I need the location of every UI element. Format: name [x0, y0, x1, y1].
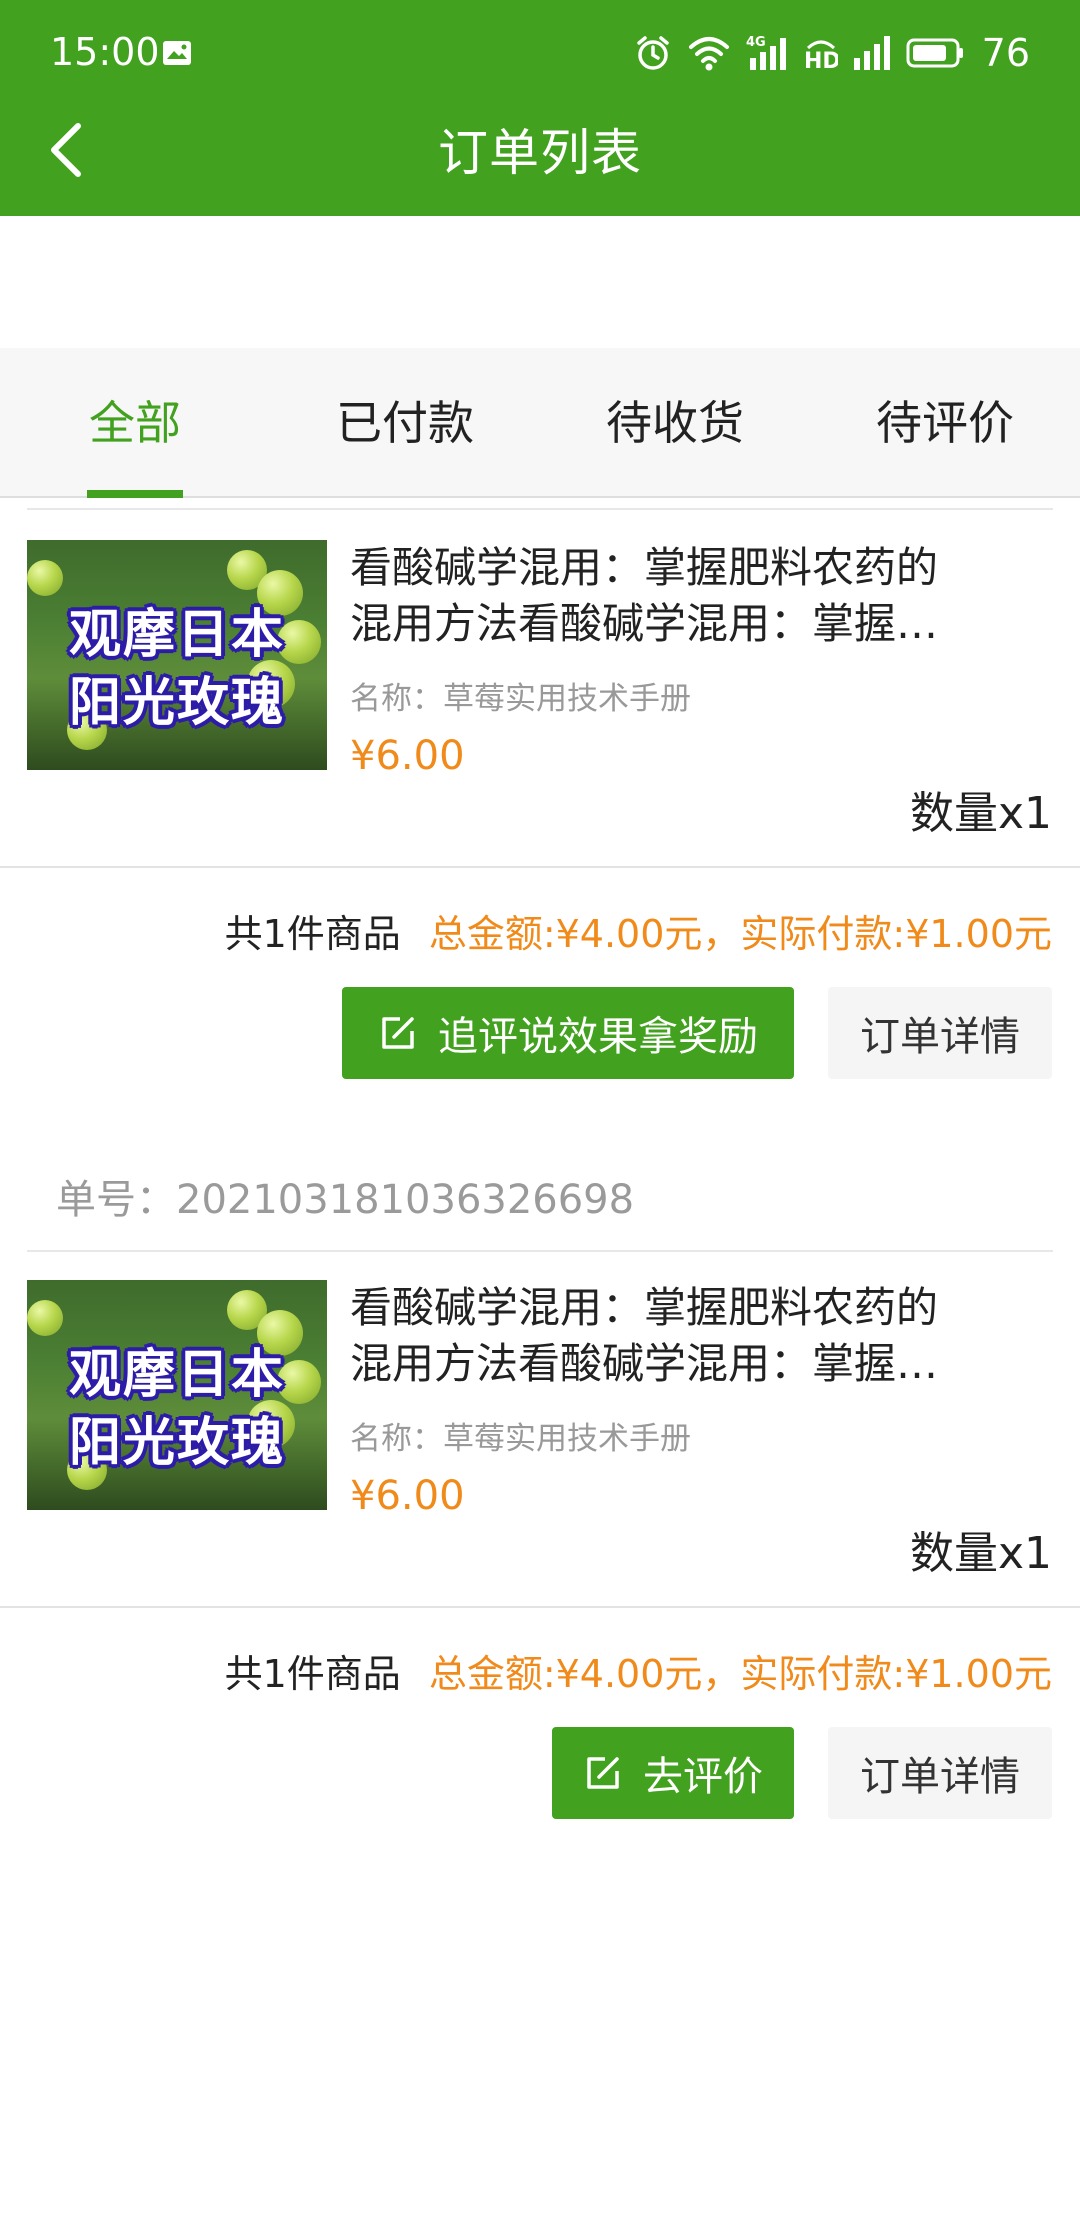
signal-icon — [853, 36, 890, 70]
status-icons: 4G HD 76 — [634, 30, 1030, 76]
divider — [27, 1250, 1053, 1252]
product-name: 名称：草莓实用技术手册 — [350, 681, 691, 717]
page-title: 订单列表 — [438, 124, 642, 182]
thumbnail-caption-1: 观摩日本 — [68, 1345, 285, 1405]
order-amount: 总金额:¥4.00元，实际付款:¥1.00元 — [428, 912, 1052, 956]
grape-decoration — [27, 1300, 63, 1336]
order-tabs: 全部 已付款 待收货 待评价 — [0, 348, 1080, 498]
product-title-line-2: 混用方法看酸碱学混用：掌握… — [350, 599, 939, 648]
edit-icon — [587, 1757, 619, 1789]
status-bar: 15:00 4G HD 76 — [0, 0, 1080, 110]
battery-level: 76 — [981, 31, 1030, 75]
divider — [27, 508, 1053, 510]
divider — [0, 866, 1080, 868]
svg-text:4G: 4G — [746, 35, 766, 50]
product-name: 名称：草莓实用技术手册 — [350, 1421, 691, 1457]
order-number: 单号：202103181036326698 — [56, 1177, 635, 1223]
product-title-line-1: 看酸碱学混用：掌握肥料农药的 — [350, 1283, 939, 1332]
product-title-line-2: 混用方法看酸碱学混用：掌握… — [350, 1339, 939, 1388]
wifi-icon — [688, 37, 729, 71]
thumbnail-caption-2: 阳光玫瑰 — [68, 673, 285, 733]
hd-icon: HD — [804, 40, 838, 72]
follow-up-review-label: 追评说效果拿奖励 — [438, 1014, 758, 1060]
grape-decoration — [27, 560, 63, 596]
thumbnail-caption-1: 观摩日本 — [68, 605, 285, 665]
product-title-line-1: 看酸碱学混用：掌握肥料农药的 — [350, 543, 939, 592]
product-quantity: 数量x1 — [909, 788, 1052, 839]
order-detail-button[interactable]: 订单详情 — [828, 1727, 1052, 1819]
thumbnail-caption-2: 阳光玫瑰 — [68, 1413, 285, 1473]
item-count: 共1件商品 — [224, 1652, 401, 1696]
item-count: 共1件商品 — [224, 912, 401, 956]
tab-paid[interactable]: 已付款 — [270, 348, 540, 498]
tab-to-receive[interactable]: 待收货 — [540, 348, 810, 498]
svg-text:HD: HD — [804, 49, 838, 72]
product-price: ¥6.00 — [350, 733, 465, 779]
write-review-label: 去评价 — [643, 1754, 763, 1800]
signal-4g-icon: 4G — [746, 35, 786, 70]
product-thumbnail[interactable]: 观摩日本 阳光玫瑰 — [27, 540, 327, 770]
battery-icon — [906, 38, 963, 68]
message-notification-icon — [163, 41, 191, 65]
write-review-button[interactable]: 去评价 — [552, 1727, 794, 1819]
order-amount: 总金额:¥4.00元，实际付款:¥1.00元 — [428, 1652, 1052, 1696]
app-header: 15:00 4G HD 76 订单列表 — [0, 0, 1080, 216]
active-tab-indicator — [87, 490, 183, 498]
product-thumbnail[interactable]: 观摩日本 阳光玫瑰 — [27, 1280, 327, 1510]
order-summary: 共1件商品 总金额:¥4.00元，实际付款:¥1.00元 — [225, 1643, 1052, 1698]
divider — [0, 1606, 1080, 1608]
order-detail-button[interactable]: 订单详情 — [828, 987, 1052, 1079]
product-price: ¥6.00 — [350, 1473, 465, 1519]
tab-to-review[interactable]: 待评价 — [810, 348, 1080, 498]
product-title[interactable]: 看酸碱学混用：掌握肥料农药的 混用方法看酸碱学混用：掌握… — [350, 1280, 1030, 1392]
product-quantity: 数量x1 — [909, 1528, 1052, 1579]
alarm-icon — [636, 36, 669, 70]
tab-all[interactable]: 全部 — [0, 348, 270, 498]
order-summary: 共1件商品 总金额:¥4.00元，实际付款:¥1.00元 — [225, 903, 1052, 958]
follow-up-review-button[interactable]: 追评说效果拿奖励 — [342, 987, 794, 1079]
edit-icon — [382, 1017, 414, 1049]
product-title[interactable]: 看酸碱学混用：掌握肥料农药的 混用方法看酸碱学混用：掌握… — [350, 540, 1030, 652]
status-time: 15:00 — [50, 30, 160, 74]
